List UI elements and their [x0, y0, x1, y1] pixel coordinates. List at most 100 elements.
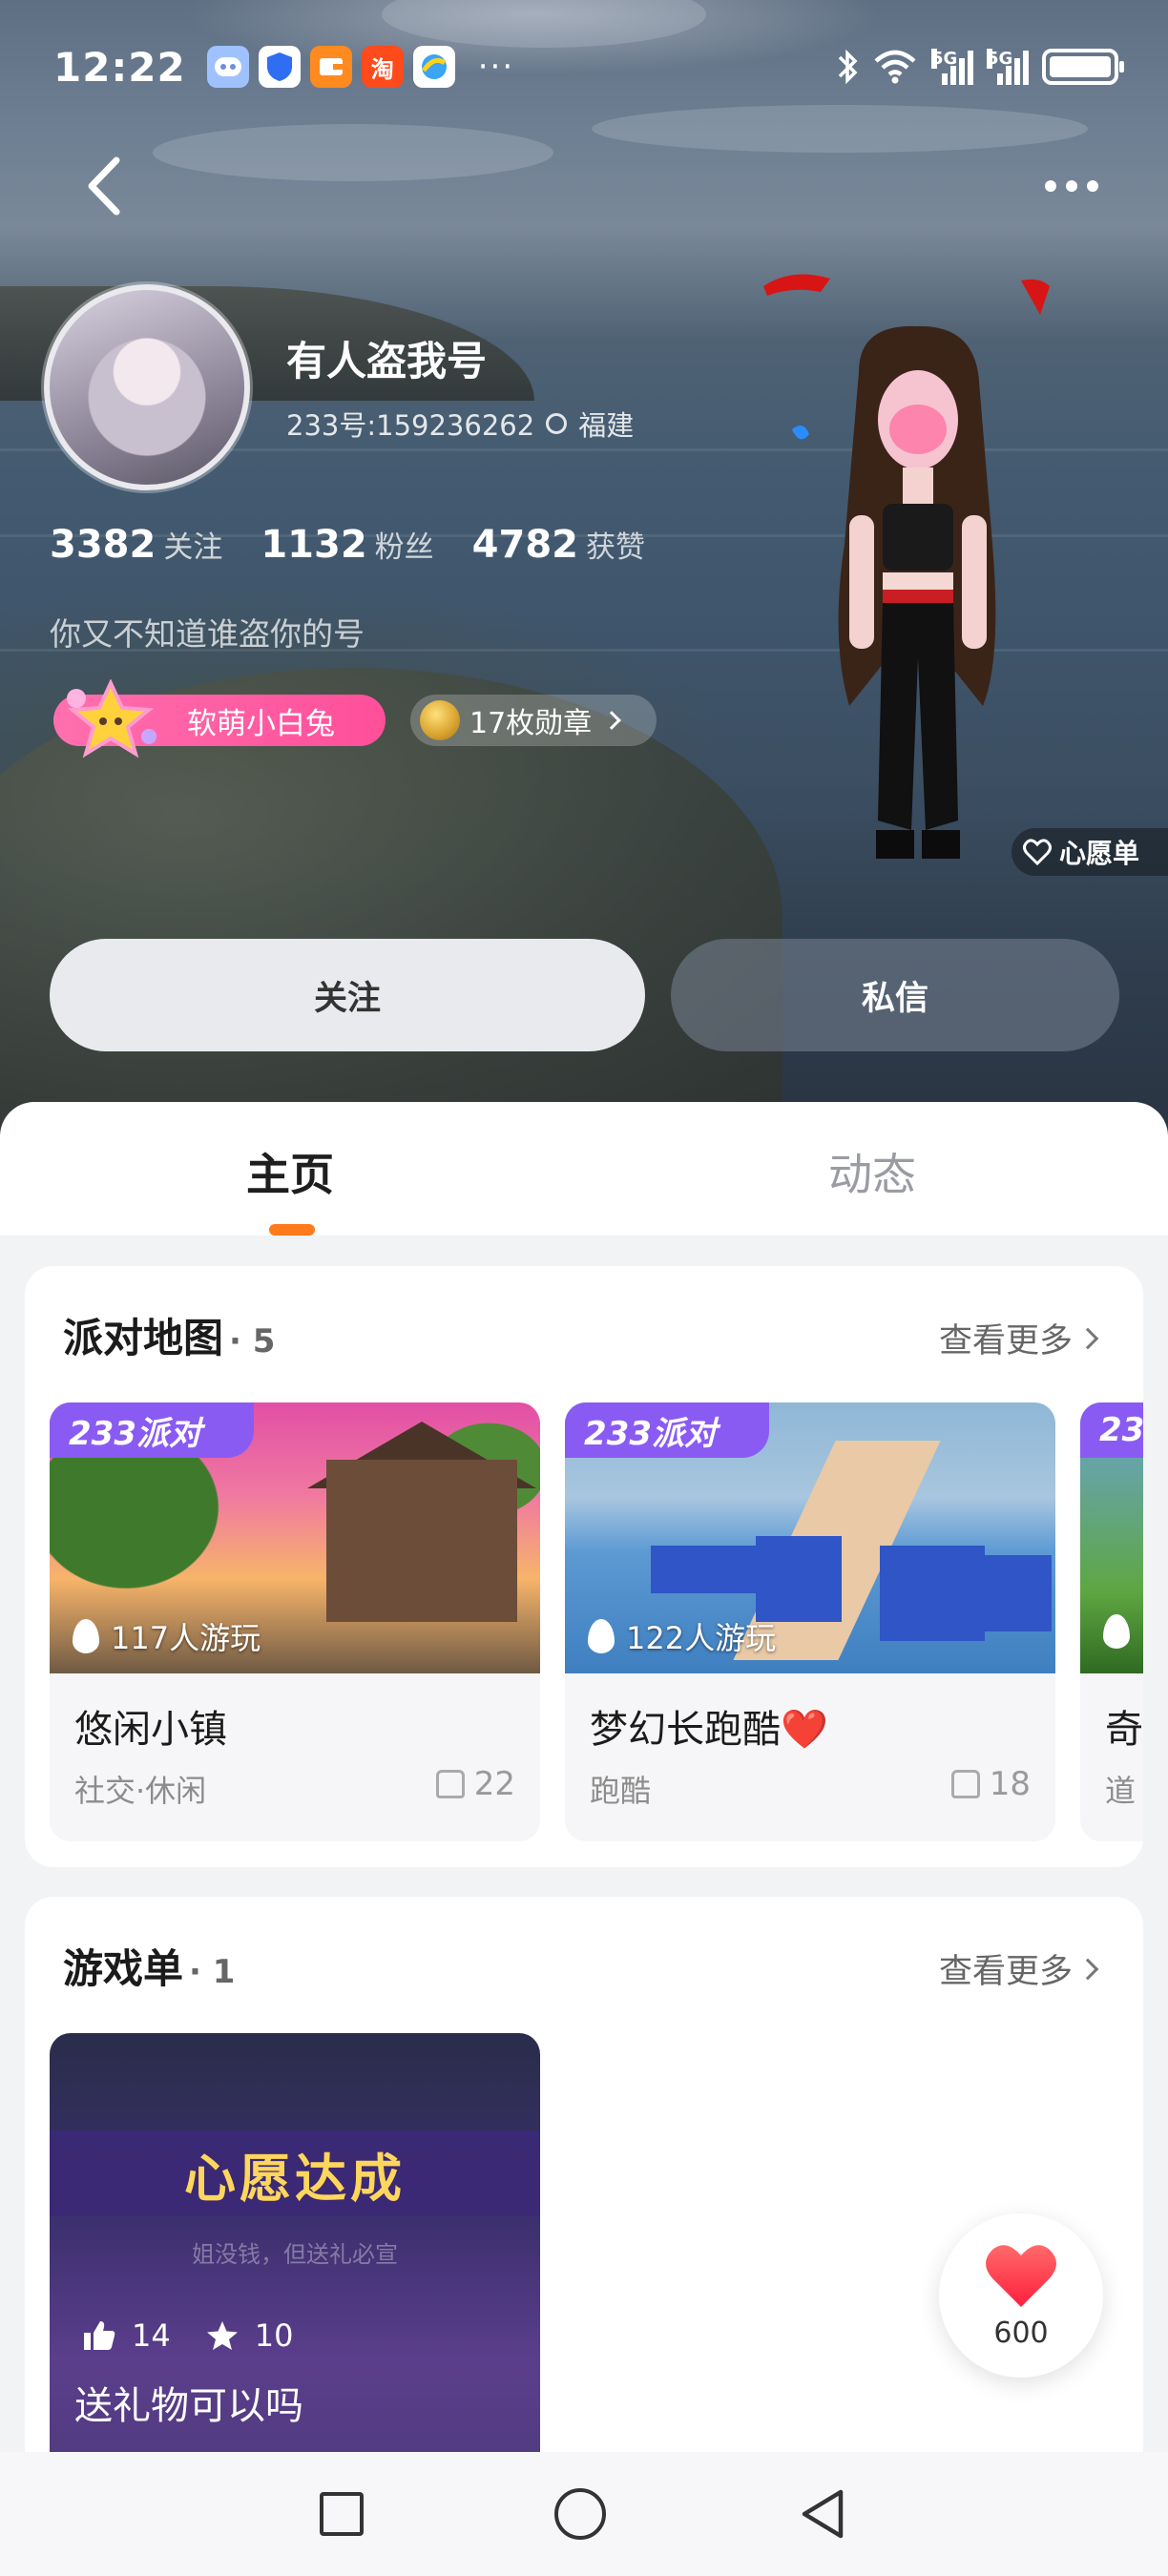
section-count: · 1 — [189, 1953, 236, 1991]
player-count-text: 122人游玩 — [626, 1620, 777, 1656]
follow-button[interactable]: 关注 — [50, 939, 645, 1051]
stat-label: 粉丝 — [374, 530, 434, 565]
dot-icon — [1045, 180, 1056, 192]
system-navigation-bar — [0, 2452, 1168, 2576]
map-tag: 道 — [1105, 1773, 1137, 1809]
bluetooth-icon — [838, 49, 858, 85]
map-name: 悠闲小镇 — [74, 1708, 227, 1752]
game-list-subtitle: 姐没钱，但送礼必宣 — [192, 2241, 398, 2268]
more-notifications-icon: ··· — [477, 48, 515, 86]
stat-likes[interactable]: 4782 获赞 — [472, 523, 645, 567]
map-card[interactable]: 23 奇 道 — [1080, 1402, 1143, 1841]
player-count: 117人游玩 — [73, 1614, 261, 1658]
section-title: 派对地图 · 5 — [63, 1306, 275, 1364]
stat-number: 3382 — [50, 523, 156, 567]
stat-number: 4782 — [471, 523, 578, 567]
user-id-text: 233号:159236262 — [286, 409, 535, 442]
thumb-up-icon — [435, 1770, 465, 1798]
recent-apps-button[interactable] — [320, 2492, 364, 2536]
stat-following[interactable]: 3382 关注 — [50, 523, 222, 567]
heart-button[interactable]: 600 — [939, 2213, 1103, 2378]
see-more-label: 查看更多 — [938, 1322, 1073, 1361]
wishlist-label: 心愿单 — [1059, 838, 1140, 869]
medal-icon — [420, 700, 460, 740]
profile-tabs: 主页 动态 — [0, 1102, 1168, 1236]
back-triangle-button[interactable] — [797, 2486, 848, 2542]
player-count — [1103, 1614, 1130, 1649]
dot-icon — [1066, 180, 1077, 192]
active-tab-indicator — [269, 1224, 315, 1236]
status-bar: 12:22 淘 ··· 5G 5G — [0, 0, 1168, 134]
party-badge: 233派对 — [565, 1402, 769, 1458]
username: 有人盗我号 — [286, 338, 488, 384]
stat-label: 获赞 — [585, 530, 645, 565]
level-tag-label: 软萌小白兔 — [187, 706, 335, 741]
dot-icon — [1087, 180, 1098, 192]
map-name: 奇 — [1105, 1708, 1143, 1752]
status-time: 12:22 — [53, 43, 186, 91]
flame-icon — [588, 1619, 615, 1653]
shield-icon — [258, 46, 301, 88]
wishlist-button[interactable]: 心愿单 — [1012, 828, 1168, 876]
profile-stats: 3382 关注 1132 粉丝 4782 获赞 — [50, 523, 645, 567]
avatar-character-image[interactable] — [754, 258, 1078, 878]
stat-followers[interactable]: 1132 粉丝 — [261, 523, 433, 567]
wifi-icon — [874, 50, 916, 84]
map-card[interactable]: 233派对 117人游玩 悠闲小镇 社交·休闲 22 — [50, 1402, 540, 1841]
browser-icon — [412, 46, 455, 88]
thumb-up-icon — [950, 1770, 980, 1798]
party-badge: 23 — [1080, 1402, 1143, 1458]
see-more-link[interactable]: 查看更多 — [938, 1944, 1099, 1993]
location-icon — [546, 413, 568, 434]
map-thumbnail: 23 — [1080, 1402, 1143, 1673]
see-more-label: 查看更多 — [938, 1953, 1073, 1991]
profile-bio: 你又不知道谁盗你的号 — [50, 615, 365, 653]
tab-feed[interactable]: 动态 — [828, 1140, 916, 1203]
party-maps-section: 派对地图 · 5 查看更多 233派对 117人游玩 悠闲小镇 社交·休闲 22 — [25, 1266, 1143, 1867]
map-tag: 跑酷 — [590, 1773, 652, 1809]
signal-icon: 5G — [931, 49, 973, 85]
map-likes[interactable]: 22 — [435, 1765, 515, 1803]
map-name: 梦幻长跑酷❤️ — [590, 1708, 828, 1752]
heart-outline-icon — [1023, 839, 1052, 865]
badges-tag-label: 17枚勋章 — [469, 707, 593, 740]
section-title-text: 游戏单 — [63, 1945, 184, 1992]
like-count: 18 — [989, 1765, 1031, 1803]
map-card[interactable]: 233派对 122人游玩 梦幻长跑酷❤️ 跑酷 18 — [565, 1402, 1055, 1841]
badges-tag[interactable]: 17枚勋章 — [410, 695, 657, 746]
chevron-right-icon — [1076, 1958, 1099, 1980]
chevron-right-icon — [602, 711, 622, 730]
taobao-icon: 淘 — [361, 46, 404, 88]
flame-icon — [73, 1619, 99, 1653]
tab-home[interactable]: 主页 — [246, 1140, 334, 1203]
stat-number: 1132 — [261, 523, 367, 567]
battery-icon — [1042, 49, 1124, 85]
map-likes[interactable]: 18 — [950, 1765, 1031, 1803]
user-id: 233号:159236262 福建 — [286, 404, 634, 444]
game-list-stars: 10 — [254, 2317, 294, 2354]
wallet-icon — [309, 46, 352, 88]
map-tag: 社交·休闲 — [74, 1773, 207, 1809]
section-count: · 5 — [229, 1322, 276, 1361]
see-more-link[interactable]: 查看更多 — [938, 1314, 1099, 1362]
back-button[interactable] — [76, 153, 134, 219]
star-badge-icon — [67, 679, 156, 758]
user-location: 福建 — [578, 409, 635, 442]
section-title: 游戏单 · 1 — [63, 1937, 235, 1995]
bot-icon — [206, 46, 249, 88]
player-count: 122人游玩 — [588, 1614, 776, 1658]
avatar[interactable] — [44, 284, 250, 490]
game-list-stats: 14 10 — [82, 2317, 293, 2354]
thumb-up-icon — [84, 2321, 115, 2350]
chevron-left-icon — [88, 156, 120, 216]
signal-icon-2: 5G — [987, 49, 1029, 85]
game-list-banner: 心愿达成 — [50, 2130, 540, 2216]
party-badge: 233派对 — [50, 1402, 254, 1458]
message-button[interactable]: 私信 — [671, 939, 1119, 1051]
star-icon — [206, 2321, 238, 2350]
more-options-button[interactable] — [1045, 162, 1121, 210]
home-button[interactable] — [554, 2488, 606, 2540]
heart-count: 600 — [993, 2316, 1049, 2350]
section-title-text: 派对地图 — [63, 1315, 224, 1361]
chevron-right-icon — [1076, 1327, 1099, 1349]
